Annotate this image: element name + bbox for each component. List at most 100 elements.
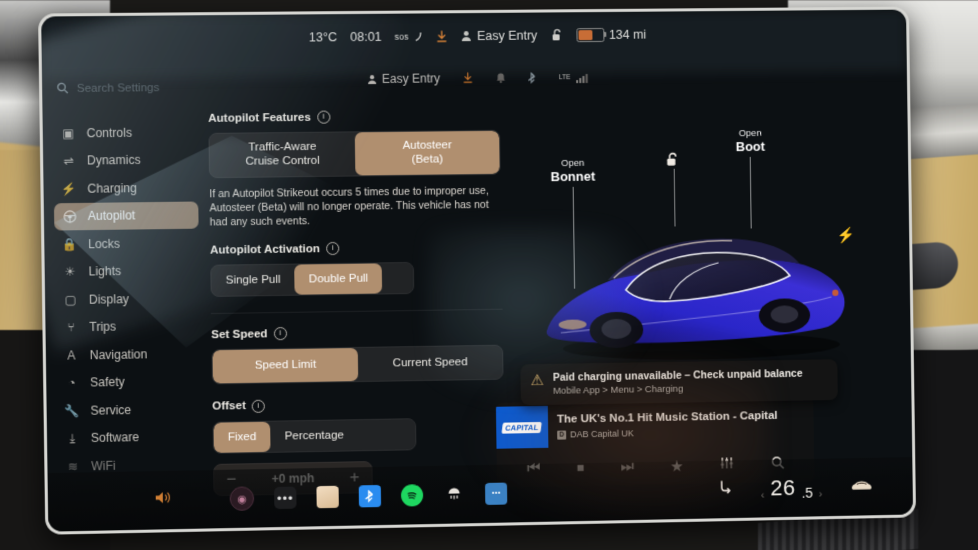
temperature-value: 26 xyxy=(770,475,796,501)
station-logo-text: CAPITAL xyxy=(501,421,543,434)
unlock-icon[interactable] xyxy=(550,28,563,42)
temp-decrease-button[interactable]: ‹ xyxy=(761,490,765,502)
media-title: The UK's No.1 Hit Music Station - Capita… xyxy=(556,409,778,426)
spotify-app[interactable] xyxy=(400,484,424,507)
steering-wheel-icon xyxy=(62,210,76,223)
info-icon[interactable]: i xyxy=(316,110,331,124)
media-source: D DAB Capital UK xyxy=(557,426,778,440)
section-title-text: Offset xyxy=(212,400,246,413)
sidebar-item-label: Locks xyxy=(88,236,121,252)
sidebar-item-label: WiFi xyxy=(91,458,116,474)
trips-icon: ⑂ xyxy=(67,320,75,335)
option-double-pull[interactable]: Double Pull xyxy=(294,263,383,295)
offset-toggle: Fixed Percentage xyxy=(212,417,417,454)
autopilot-settings-panel: Autopilot Features i Traffic-Aware Cruis… xyxy=(208,109,505,496)
option-line-1: Traffic-Aware xyxy=(248,140,317,154)
unlock-icon[interactable] xyxy=(665,152,681,172)
status-bar: 13°C 08:01 sos Easy Entry 134 mi xyxy=(41,10,907,63)
sos-signal-glyph xyxy=(415,31,421,41)
temp-increase-button[interactable]: › xyxy=(819,488,823,500)
wrench-icon: 🔧 xyxy=(64,403,80,418)
touchscreen-bezel: 13°C 08:01 sos Easy Entry 134 mi Easy En… xyxy=(38,6,917,535)
option-current-speed[interactable]: Current Speed xyxy=(358,346,503,381)
option-autosteer-beta[interactable]: Autosteer (Beta) xyxy=(354,130,500,176)
download-icon[interactable] xyxy=(436,30,448,43)
set-speed-toggle: Speed Limit Current Speed xyxy=(211,344,504,385)
car-3d-model[interactable] xyxy=(533,209,862,363)
camera-app[interactable]: ◉ xyxy=(229,486,255,511)
info-icon[interactable]: i xyxy=(325,242,340,256)
car-icon[interactable] xyxy=(850,477,874,497)
option-traffic-aware-cruise-control[interactable]: Traffic-Aware Cruise Control xyxy=(209,132,355,177)
sidebar-item-label: Controls xyxy=(86,125,133,141)
section-title-text: Autopilot Activation xyxy=(210,242,321,257)
display-icon: ▢ xyxy=(64,292,77,307)
option-single-pull[interactable]: Single Pull xyxy=(211,265,295,296)
sidebar-item-display[interactable]: ▢ Display xyxy=(55,284,200,314)
seat-heater-icon[interactable] xyxy=(717,479,733,500)
bell-icon[interactable] xyxy=(495,72,506,84)
outside-temperature: 13°C xyxy=(308,30,338,45)
sidebar-item-label: Autopilot xyxy=(87,208,136,224)
messages-app[interactable] xyxy=(485,482,508,505)
sidebar-item-trips[interactable]: ⑂ Trips xyxy=(55,312,200,342)
section-divider xyxy=(210,308,503,315)
option-fixed[interactable]: Fixed xyxy=(213,421,271,453)
info-icon[interactable]: i xyxy=(273,327,287,341)
sidebar-item-controls[interactable]: ▣ Controls xyxy=(53,118,198,147)
clock: 08:01 xyxy=(350,29,382,45)
light-bulb-icon: ☀ xyxy=(64,264,76,280)
touchscreen-display: 13°C 08:01 sos Easy Entry 134 mi Easy En… xyxy=(41,9,914,532)
autopilot-features-heading: Autopilot Features i xyxy=(208,109,500,125)
rain-app[interactable] xyxy=(443,483,465,505)
photo-of-tesla-touchscreen: 13°C 08:01 sos Easy Entry 134 mi Easy En… xyxy=(0,0,978,550)
sidebar-item-lights[interactable]: ☀ Lights xyxy=(55,256,200,286)
sidebar-item-service[interactable]: 🔧 Service xyxy=(57,395,202,425)
open-bonnet-big-text: Bonnet xyxy=(550,168,596,185)
secondary-profile[interactable]: Easy Entry xyxy=(366,71,440,86)
sidebar-item-charging[interactable]: ⚡ Charging xyxy=(54,173,199,202)
option-percentage[interactable]: Percentage xyxy=(270,420,358,452)
option-line-1: Autosteer xyxy=(402,139,452,152)
more-apps-button[interactable]: ••• xyxy=(274,486,297,510)
sidebar-item-label: Dynamics xyxy=(86,153,141,168)
info-icon[interactable]: i xyxy=(251,399,266,413)
sidebar-item-label: Safety xyxy=(89,375,125,390)
download-icon[interactable] xyxy=(462,72,473,84)
controls-icon: ▣ xyxy=(62,126,75,141)
notification-subtitle: Mobile App > Menu > Charging xyxy=(552,383,684,397)
autopilot-activation-heading: Autopilot Activation i xyxy=(210,240,502,257)
driver-profile[interactable]: Easy Entry xyxy=(461,28,538,44)
sidebar-item-safety[interactable]: ◔ Safety xyxy=(56,367,201,397)
profile-name: Easy Entry xyxy=(476,28,538,44)
volume-icon[interactable] xyxy=(155,490,174,510)
charging-notification[interactable]: ⚠ Paid charging unavailable – Check unpa… xyxy=(520,359,838,406)
set-speed-heading: Set Speed i xyxy=(211,324,503,342)
option-line-2: Cruise Control xyxy=(245,155,320,169)
sidebar-item-software[interactable]: ⤓ Software xyxy=(57,422,202,452)
sidebar-item-label: Display xyxy=(88,291,130,307)
sos-label: sos xyxy=(394,31,409,42)
open-boot-small-text: Open xyxy=(738,127,762,140)
option-line-2: (Beta) xyxy=(411,153,444,167)
open-boot-big-text: Boot xyxy=(735,138,766,155)
media-source-text: DAB Capital UK xyxy=(570,428,634,440)
person-icon xyxy=(461,30,472,42)
sos-icon[interactable]: sos xyxy=(395,31,423,42)
bluetooth-app[interactable] xyxy=(358,484,382,508)
card-app[interactable] xyxy=(316,485,339,509)
temperature-decimal: .5 xyxy=(801,484,814,501)
person-icon xyxy=(366,73,377,84)
network-type-label: LTE xyxy=(558,73,571,81)
sidebar-item-label: Lights xyxy=(88,264,122,279)
option-speed-limit[interactable]: Speed Limit xyxy=(212,348,359,384)
sidebar-item-locks[interactable]: 🔒 Locks xyxy=(54,229,199,259)
autopilot-features-toggle: Traffic-Aware Cruise Control Autosteer (… xyxy=(208,129,501,178)
climate-temperature-control[interactable]: ‹ 26 .5 › xyxy=(761,475,823,502)
bluetooth-icon[interactable] xyxy=(528,71,537,84)
battery-range[interactable]: 134 mi xyxy=(576,28,646,43)
sidebar-item-dynamics[interactable]: ⇌ Dynamics xyxy=(53,146,198,175)
sidebar-item-navigation[interactable]: A Navigation xyxy=(56,339,201,369)
sidebar-item-autopilot[interactable]: Autopilot xyxy=(53,200,199,231)
warning-triangle-icon: ⚠ xyxy=(530,371,545,390)
